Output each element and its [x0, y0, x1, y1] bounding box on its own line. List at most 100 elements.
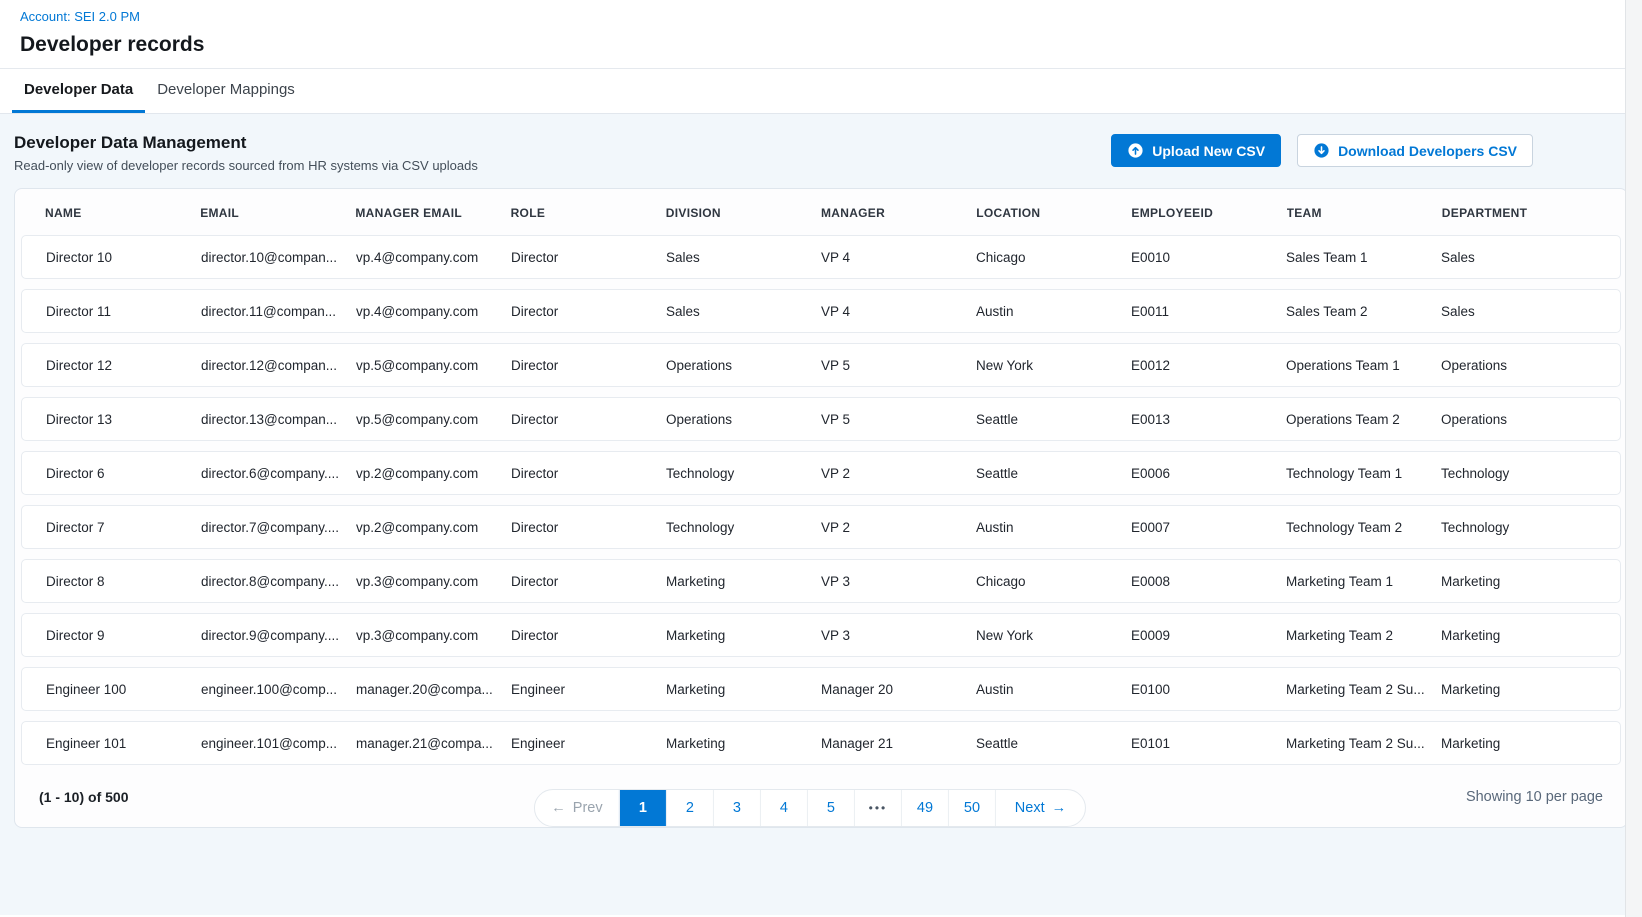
page-header: Account: SEI 2.0 PM Developer records: [0, 0, 1642, 69]
table-cell: E0010: [1131, 250, 1286, 265]
table-footer: (1 - 10) of 500 ← Prev 12345•••4950 Next…: [15, 777, 1627, 827]
table-cell: Seattle: [976, 736, 1131, 751]
page-button-4[interactable]: 4: [760, 790, 807, 826]
table-cell: Manager 21: [821, 736, 976, 751]
table-cell: Director 13: [46, 412, 201, 427]
table-cell: VP 4: [821, 250, 976, 265]
table-row: Director 9director.9@company....vp.3@com…: [21, 613, 1621, 657]
table-cell: vp.3@company.com: [356, 628, 511, 643]
table-cell: vp.2@company.com: [356, 466, 511, 481]
table-row: Engineer 101engineer.101@comp...manager.…: [21, 721, 1621, 765]
table-cell: director.10@compan...: [201, 250, 356, 265]
table-cell: director.8@company....: [201, 574, 356, 589]
table-row: Director 13director.13@compan...vp.5@com…: [21, 397, 1621, 441]
column-header: MANAGER EMAIL: [355, 206, 510, 220]
per-page-text: Showing 10 per page: [1466, 789, 1603, 805]
table-cell: VP 3: [821, 574, 976, 589]
page-button-1[interactable]: 1: [619, 790, 666, 826]
table-cell: engineer.100@comp...: [201, 682, 356, 697]
table-cell: Sales Team 1: [1286, 250, 1441, 265]
table-cell: Marketing: [1441, 628, 1596, 643]
table-cell: Marketing: [1441, 736, 1596, 751]
table-cell: VP 5: [821, 358, 976, 373]
table-panel: NAMEEMAILMANAGER EMAILROLEDIVISIONMANAGE…: [14, 188, 1628, 828]
table-cell: Marketing Team 2: [1286, 628, 1441, 643]
page-button-3[interactable]: 3: [713, 790, 760, 826]
table-row: Engineer 100engineer.100@comp...manager.…: [21, 667, 1621, 711]
table-cell: Director: [511, 574, 666, 589]
table-cell: Operations Team 2: [1286, 412, 1441, 427]
table-cell: VP 4: [821, 304, 976, 319]
next-page-button[interactable]: Next →: [995, 790, 1085, 826]
table-cell: Director: [511, 412, 666, 427]
tab-developer-data[interactable]: Developer Data: [12, 69, 145, 113]
table-cell: vp.5@company.com: [356, 412, 511, 427]
table-cell: Director: [511, 250, 666, 265]
column-header: EMPLOYEEID: [1131, 206, 1286, 220]
table-row: Director 8director.8@company....vp.3@com…: [21, 559, 1621, 603]
section-subtitle: Read-only view of developer records sour…: [14, 158, 478, 174]
table-cell: Operations: [666, 412, 821, 427]
prev-label: Prev: [573, 800, 603, 816]
table-cell: Manager 20: [821, 682, 976, 697]
tab-developer-mappings[interactable]: Developer Mappings: [145, 69, 307, 113]
table-cell: Sales: [666, 304, 821, 319]
table-cell: VP 5: [821, 412, 976, 427]
table-cell: E0009: [1131, 628, 1286, 643]
vertical-scrollbar[interactable]: [1625, 0, 1642, 917]
table-cell: Technology Team 2: [1286, 520, 1441, 535]
upload-csv-button[interactable]: Upload New CSV: [1111, 134, 1281, 167]
download-icon: [1313, 142, 1330, 159]
table-cell: Director: [511, 520, 666, 535]
table-cell: Marketing: [1441, 574, 1596, 589]
table-cell: manager.20@compa...: [356, 682, 511, 697]
table-cell: Austin: [976, 520, 1131, 535]
table-cell: Marketing Team 2 Su...: [1286, 736, 1441, 751]
table-cell: Engineer: [511, 682, 666, 697]
table-cell: Operations Team 1: [1286, 358, 1441, 373]
table-cell: E0007: [1131, 520, 1286, 535]
arrow-left-icon: ←: [551, 800, 566, 816]
table-cell: Engineer: [511, 736, 666, 751]
table-cell: Technology: [1441, 466, 1596, 481]
table-cell: New York: [976, 628, 1131, 643]
section-heading: Developer Data Management Read-only view…: [14, 132, 478, 174]
page-button-5[interactable]: 5: [807, 790, 854, 826]
page-button-49[interactable]: 49: [901, 790, 948, 826]
table-row: Director 10director.10@compan...vp.4@com…: [21, 235, 1621, 279]
pagination-ellipsis: •••: [854, 790, 901, 826]
account-link[interactable]: Account: SEI 2.0 PM: [20, 9, 1622, 25]
page-button-50[interactable]: 50: [948, 790, 995, 826]
record-range-text: (1 - 10) of 500: [39, 789, 128, 805]
table-cell: Chicago: [976, 574, 1131, 589]
section-title: Developer Data Management: [14, 132, 478, 153]
table-cell: E0012: [1131, 358, 1286, 373]
table-cell: E0011: [1131, 304, 1286, 319]
download-csv-button[interactable]: Download Developers CSV: [1297, 134, 1533, 167]
table-body: Director 10director.10@compan... vp.4@com…: [15, 235, 1627, 777]
table-cell: vp.4@company.com: [356, 304, 511, 319]
table-cell: VP 3: [821, 628, 976, 643]
section-header: Developer Data Management Read-only view…: [14, 132, 1628, 174]
csv-button-group: Upload New CSV Download Developers CSV: [1111, 134, 1533, 167]
column-header: ROLE: [511, 206, 666, 220]
prev-page-button[interactable]: ← Prev: [535, 790, 619, 826]
table-cell: Seattle: [976, 412, 1131, 427]
table-cell: Director 6: [46, 466, 201, 481]
page-button-2[interactable]: 2: [666, 790, 713, 826]
tab-bar: Developer Data Developer Mappings: [0, 69, 1642, 114]
table-cell: Director 11: [46, 304, 201, 319]
table-cell: Director 10: [46, 250, 201, 265]
table-cell: Marketing: [666, 682, 821, 697]
table-cell: vp.5@company.com: [356, 358, 511, 373]
table-cell: director.12@compan...: [201, 358, 356, 373]
table-cell: Director: [511, 628, 666, 643]
table-cell: Engineer 100: [46, 682, 201, 697]
column-header: NAME: [45, 206, 200, 220]
table-cell: VP 2: [821, 466, 976, 481]
table-cell: director.6@company....: [201, 466, 356, 481]
table-cell: Technology: [1441, 520, 1596, 535]
table-cell: Operations: [1441, 412, 1596, 427]
table-row: Director 12director.12@compan...vp.5@com…: [21, 343, 1621, 387]
column-header: MANAGER: [821, 206, 976, 220]
